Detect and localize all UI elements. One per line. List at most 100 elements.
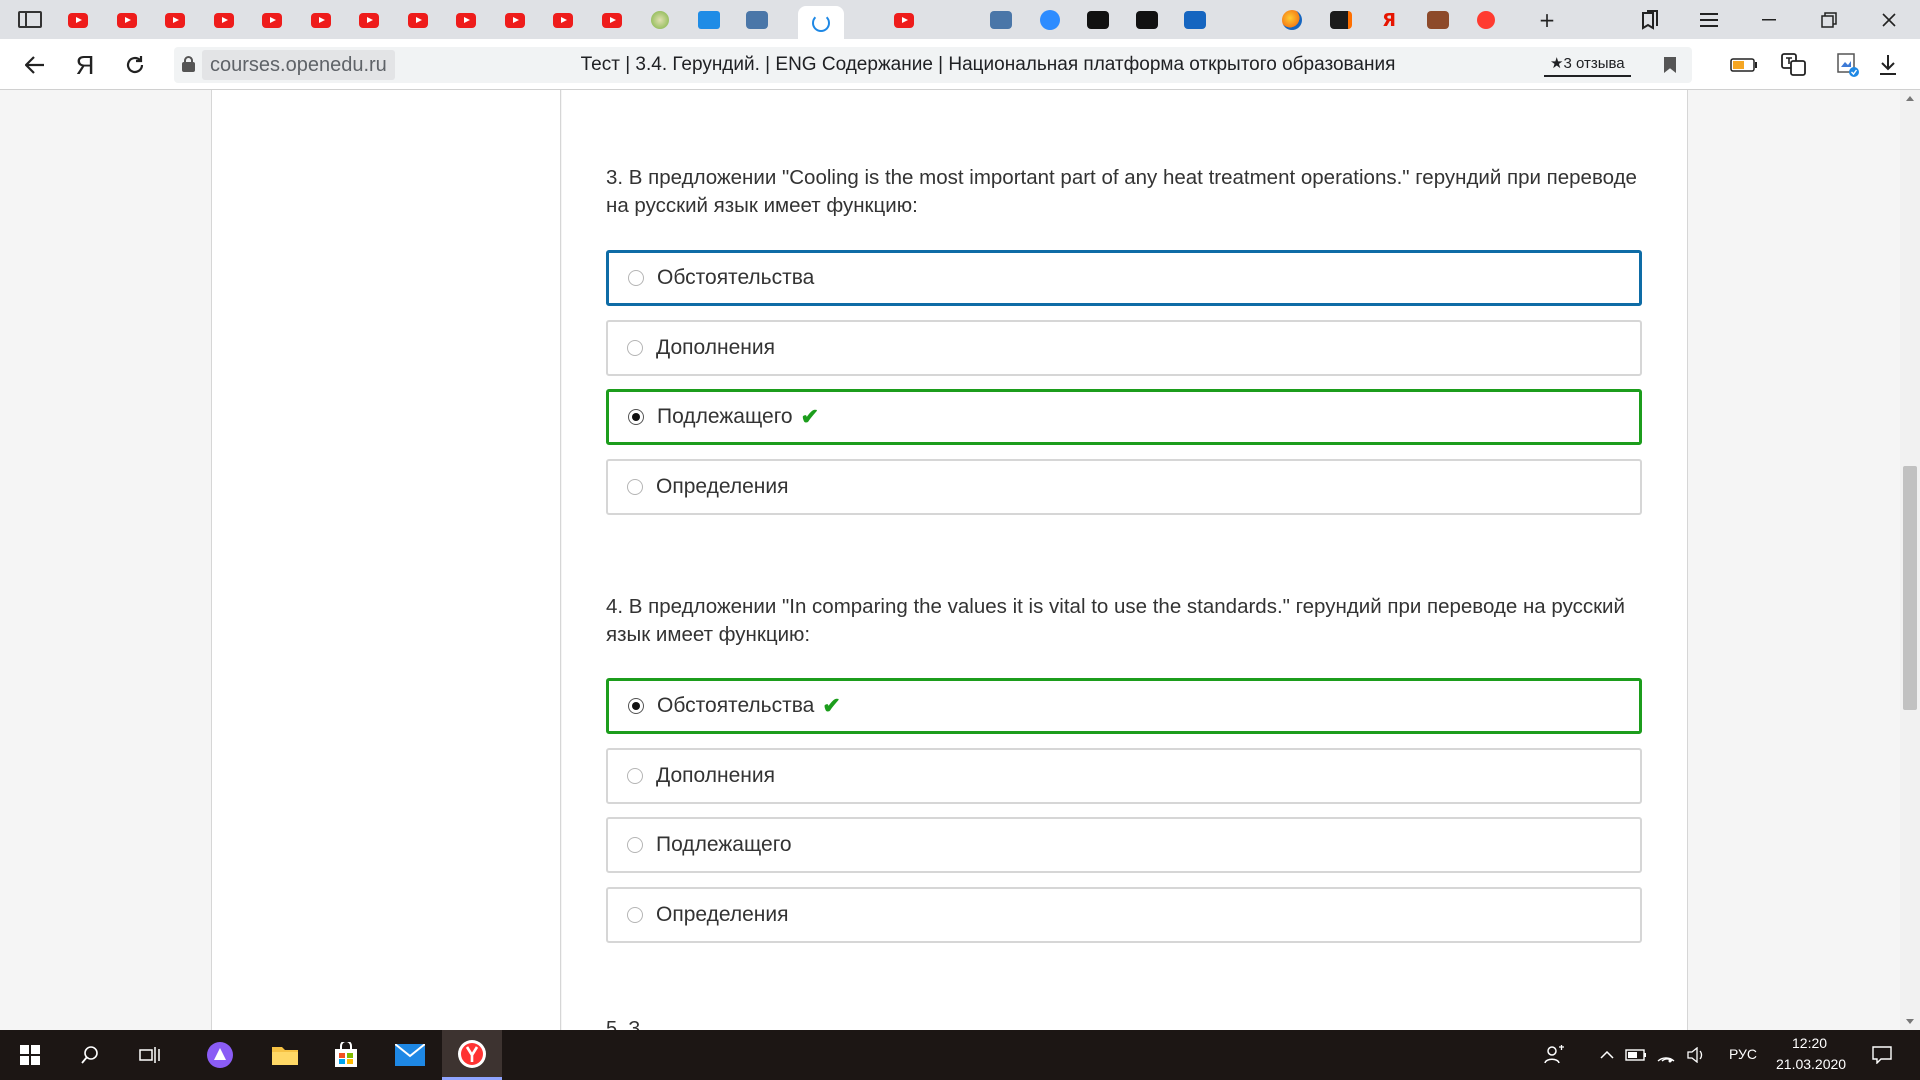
browser-tab[interactable]	[1471, 6, 1501, 34]
address-bar[interactable]: courses.openedu.ru Тест | 3.4. Герундий.…	[174, 47, 1692, 83]
browser-tab[interactable]	[742, 6, 772, 34]
browser-tab[interactable]	[160, 6, 190, 34]
store-button[interactable]	[316, 1030, 376, 1080]
q4-option-podlezhashchego[interactable]: Подлежащего	[606, 817, 1642, 873]
browser-tab[interactable]	[797, 6, 844, 39]
chevron-up-icon	[1600, 1051, 1614, 1059]
lock-icon[interactable]	[182, 56, 195, 72]
scroll-down-arrow-icon[interactable]	[1906, 1019, 1914, 1024]
mail-button[interactable]	[380, 1030, 440, 1080]
volume-button[interactable]	[1683, 1030, 1709, 1080]
scrollbar-thumb[interactable]	[1903, 466, 1917, 710]
back-button[interactable]	[18, 48, 52, 82]
browser-tab[interactable]	[354, 6, 384, 34]
bookmark-icon[interactable]	[1664, 57, 1676, 73]
radio-button[interactable]	[627, 768, 643, 784]
browser-tab[interactable]	[1423, 6, 1453, 34]
q3-option-dopolneniya[interactable]: Дополнения	[606, 320, 1642, 376]
radio-button[interactable]	[627, 907, 643, 923]
download-icon[interactable]	[1870, 48, 1906, 82]
new-tab-button[interactable]: +	[1530, 7, 1564, 33]
browser-tab[interactable]	[403, 6, 433, 34]
course-sidebar	[211, 90, 561, 1030]
reviews-link[interactable]: ★3 отзыва	[1544, 51, 1631, 77]
collections-icon[interactable]	[1632, 7, 1666, 33]
scroll-up-arrow-icon[interactable]	[1906, 96, 1914, 101]
radio-button[interactable]	[627, 837, 643, 853]
screenshot-icon[interactable]	[1830, 48, 1866, 82]
people-button[interactable]	[1535, 1030, 1575, 1080]
task-view-button[interactable]	[120, 1030, 180, 1080]
q4-option-dopolneniya[interactable]: Дополнения	[606, 748, 1642, 804]
youtube-icon	[504, 12, 525, 28]
wifi-button[interactable]	[1653, 1030, 1679, 1080]
browser-tab[interactable]	[1180, 6, 1210, 34]
action-center-button[interactable]	[1862, 1030, 1902, 1080]
option-label-wrap: Обстоятельства ✔	[657, 693, 841, 719]
folder-icon	[272, 1047, 298, 1065]
browser-tab[interactable]	[1326, 6, 1356, 34]
task-view-icon	[139, 1047, 160, 1063]
browser-tab[interactable]: Я	[1374, 6, 1404, 34]
browser-tab[interactable]	[841, 6, 871, 34]
browser-tab[interactable]	[645, 6, 675, 34]
reload-button[interactable]	[118, 48, 152, 82]
radio-button-checked[interactable]	[628, 409, 644, 425]
browser-tab[interactable]	[548, 6, 578, 34]
wifi-icon	[1657, 1057, 1675, 1063]
url-domain[interactable]: courses.openedu.ru	[202, 50, 395, 80]
clock-date[interactable]: 21.03.2020	[1776, 1056, 1846, 1072]
q4-option-obstoyatelstva[interactable]: Обстоятельства ✔	[606, 678, 1642, 734]
translate-icon[interactable]	[1776, 48, 1812, 82]
q3-option-obstoyatelstva[interactable]: Обстоятельства	[606, 250, 1642, 306]
browser-tab[interactable]	[694, 6, 724, 34]
radio-button[interactable]	[627, 479, 643, 495]
browser-tab[interactable]	[1083, 6, 1113, 34]
browser-tab[interactable]	[986, 6, 1016, 34]
radio-button[interactable]	[628, 270, 644, 286]
minimize-button[interactable]	[1752, 7, 1786, 33]
browser-tab[interactable]	[1229, 6, 1259, 34]
browser-tab[interactable]	[306, 6, 336, 34]
notifications-icon	[1872, 1046, 1892, 1064]
q3-option-opredeleniya[interactable]: Определения	[606, 459, 1642, 515]
page-scrollbar[interactable]	[1900, 90, 1920, 1030]
browser-tab[interactable]	[597, 6, 627, 34]
start-button[interactable]	[0, 1030, 60, 1080]
show-hidden-icons-button[interactable]	[1595, 1030, 1619, 1080]
close-window-button[interactable]	[1872, 7, 1906, 33]
clock-time[interactable]: 12:20	[1792, 1035, 1827, 1051]
input-language-indicator[interactable]: РУС	[1729, 1046, 1757, 1062]
yandex-home-button[interactable]: Я	[68, 48, 102, 82]
q4-option-opredeleniya[interactable]: Определения	[606, 887, 1642, 943]
youtube-icon	[894, 12, 914, 28]
sidebar-toggle-icon[interactable]	[18, 11, 42, 28]
battery-button[interactable]	[1623, 1030, 1649, 1080]
browser-tab[interactable]	[257, 6, 287, 34]
browser-tab[interactable]	[1132, 6, 1162, 34]
orb-icon	[1282, 10, 1302, 30]
file-explorer-button[interactable]	[255, 1030, 315, 1080]
browser-tab[interactable]	[889, 6, 919, 34]
restore-button[interactable]	[1812, 7, 1846, 33]
option-label: Определения	[656, 903, 789, 926]
browser-tab[interactable]	[112, 6, 142, 34]
browser-tab[interactable]	[63, 6, 93, 34]
q3-option-podlezhashchego[interactable]: Подлежащего ✔	[606, 389, 1642, 445]
browser-tab[interactable]	[451, 6, 481, 34]
battery-saver-icon[interactable]	[1726, 48, 1762, 82]
radio-button[interactable]	[627, 340, 643, 356]
yandex-browser-taskbar-button[interactable]	[442, 1030, 502, 1080]
browser-tab[interactable]	[938, 6, 968, 34]
browser-tab[interactable]	[500, 6, 530, 34]
browser-tab[interactable]	[1035, 6, 1065, 34]
page-title[interactable]: Тест | 3.4. Герундий. | ENG Содержание |…	[508, 47, 1468, 83]
menu-icon[interactable]	[1692, 7, 1726, 33]
radio-button-checked[interactable]	[628, 698, 644, 714]
search-button[interactable]	[60, 1030, 120, 1080]
browser-tab[interactable]	[209, 6, 239, 34]
mail-icon	[395, 1044, 425, 1066]
alice-assistant-button[interactable]	[190, 1030, 250, 1080]
youtube-icon	[553, 12, 573, 28]
browser-tab[interactable]	[1277, 6, 1307, 34]
